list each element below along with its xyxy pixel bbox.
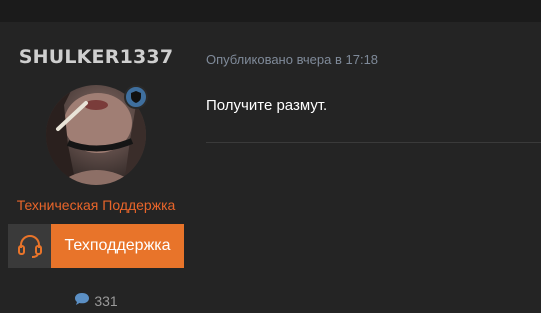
support-banner[interactable]: Техподдержка [8,224,184,268]
shield-icon[interactable] [124,85,148,109]
post-date[interactable]: Опубликовано вчера в 17:18 [206,52,378,67]
avatar-container[interactable] [46,85,150,185]
post-divider [206,142,541,143]
reaction-count-value: 331 [94,292,118,309]
post-text: Получите размут. [206,97,328,114]
support-button[interactable]: Техподдержка [51,224,184,268]
author-role: Техническая Поддержка [16,197,176,213]
top-bar [0,0,541,22]
headset-icon [8,224,51,268]
reaction-count[interactable]: 331 [0,292,192,309]
chat-bubble-icon [74,292,90,309]
author-username[interactable]: SHULKER1337 [0,46,192,68]
